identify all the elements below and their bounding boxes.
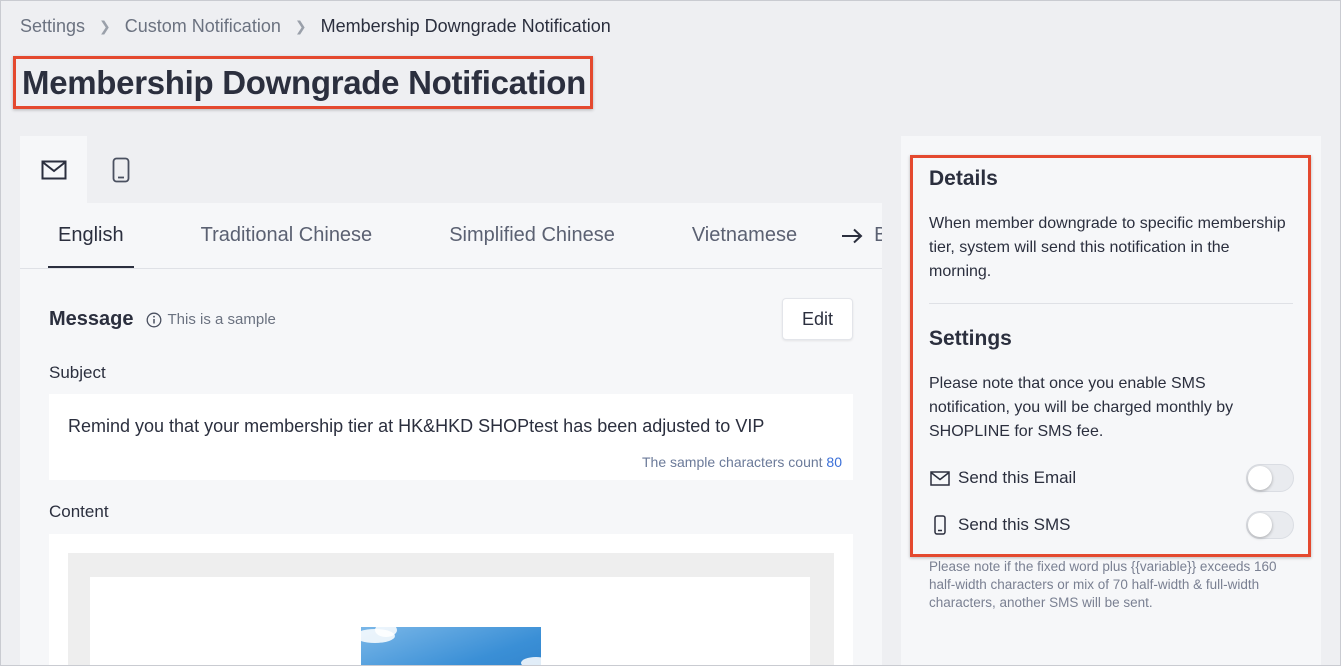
settings-heading: Settings xyxy=(929,327,1012,350)
tab-simplified-chinese[interactable]: Simplified Chinese xyxy=(439,203,625,268)
details-text: When member downgrade to specific member… xyxy=(929,215,1286,280)
divider xyxy=(929,303,1293,304)
send-email-toggle[interactable] xyxy=(1246,464,1294,492)
banner-image xyxy=(361,627,541,666)
info-icon xyxy=(146,312,161,327)
content-preview xyxy=(49,534,853,666)
edit-button[interactable]: Edit xyxy=(782,298,853,340)
scroll-right-arrow-icon[interactable] xyxy=(832,203,872,268)
subject-value: Remind you that your membership tier at … xyxy=(68,416,765,436)
send-email-row: Send this Email xyxy=(930,463,1294,493)
character-count: The sample characters count 80 xyxy=(642,454,842,470)
breadcrumb: Settings ❯ Custom Notification ❯ Members… xyxy=(20,14,611,38)
character-count-label: The sample characters count xyxy=(642,454,823,470)
mobile-phone-icon xyxy=(934,515,946,535)
breadcrumb-custom-notification[interactable]: Custom Notification xyxy=(125,16,281,37)
content-label: Content xyxy=(49,502,109,521)
sample-note-text: This is a sample xyxy=(167,311,276,328)
message-header: Message This is a sample xyxy=(49,308,276,331)
mobile-phone-icon xyxy=(112,157,129,182)
page-title: Membership Downgrade Notification xyxy=(22,63,586,101)
breadcrumb-current: Membership Downgrade Notification xyxy=(320,15,611,36)
tab-vietnamese[interactable]: Vietnamese xyxy=(682,203,807,268)
email-preview-frame xyxy=(68,553,834,666)
breadcrumb-settings[interactable]: Settings xyxy=(20,16,85,37)
mail-icon xyxy=(930,470,950,486)
chevron-right-icon: ❯ xyxy=(294,17,307,34)
page-title-highlight: Membership Downgrade Notification xyxy=(13,56,593,109)
tab-traditional-chinese[interactable]: Traditional Chinese xyxy=(191,203,383,268)
tab-english[interactable]: English xyxy=(48,203,134,268)
email-preview-body xyxy=(90,577,810,666)
channel-tabs xyxy=(20,136,882,203)
tab-sms[interactable] xyxy=(87,136,154,203)
tab-email[interactable] xyxy=(20,136,87,203)
send-sms-label: Send this SMS xyxy=(958,515,1071,534)
message-panel: English Traditional Chinese Simplified C… xyxy=(20,136,882,666)
character-count-value: 80 xyxy=(826,454,842,470)
settings-text: Please note that once you enable SMS not… xyxy=(929,375,1234,440)
details-heading: Details xyxy=(929,167,998,190)
send-sms-toggle[interactable] xyxy=(1246,511,1294,539)
mail-icon xyxy=(41,160,66,179)
send-sms-row: Send this SMS xyxy=(930,510,1294,540)
chevron-right-icon: ❯ xyxy=(99,17,111,34)
message-label: Message xyxy=(49,308,134,330)
subject-label: Subject xyxy=(49,363,106,382)
send-email-label: Send this Email xyxy=(958,468,1077,487)
sample-note: This is a sample xyxy=(146,311,276,328)
subject-field: Remind you that your membership tier at … xyxy=(49,394,853,480)
language-tabs: English Traditional Chinese Simplified C… xyxy=(20,203,882,269)
sms-note: Please note if the fixed word plus {{var… xyxy=(929,559,1277,610)
